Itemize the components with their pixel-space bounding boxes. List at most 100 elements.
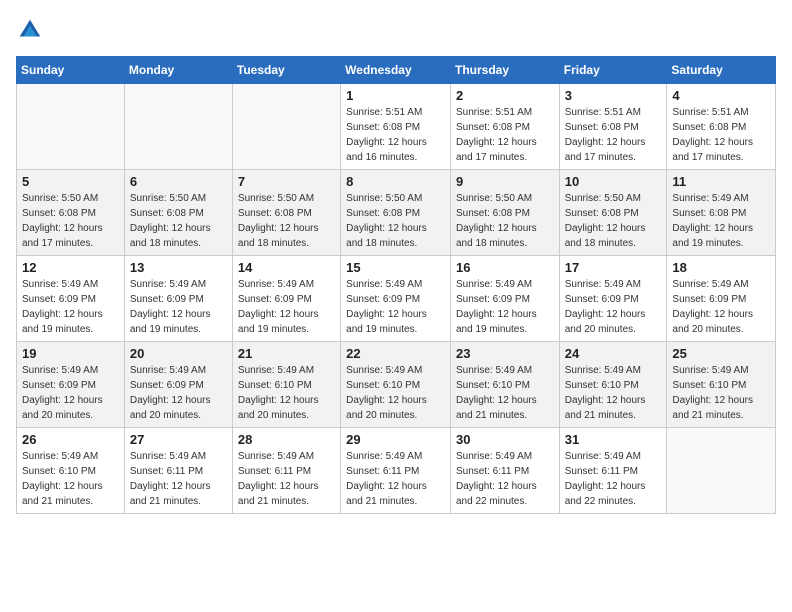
day-info: Sunrise: 5:49 AM Sunset: 6:10 PM Dayligh… <box>672 363 770 423</box>
day-info: Sunrise: 5:49 AM Sunset: 6:09 PM Dayligh… <box>130 277 227 337</box>
day-number: 26 <box>22 432 119 447</box>
calendar-cell <box>667 428 776 514</box>
calendar-table: SundayMondayTuesdayWednesdayThursdayFrid… <box>16 56 776 514</box>
calendar-week-row: 1 Sunrise: 5:51 AM Sunset: 6:08 PM Daylig… <box>17 84 776 170</box>
day-info: Sunrise: 5:49 AM Sunset: 6:09 PM Dayligh… <box>672 277 770 337</box>
logo-icon <box>16 16 44 44</box>
day-info: Sunrise: 5:49 AM Sunset: 6:11 PM Dayligh… <box>456 449 554 509</box>
calendar-cell: 30 Sunrise: 5:49 AM Sunset: 6:11 PM Dayli… <box>450 428 559 514</box>
page-header <box>16 16 776 44</box>
calendar-cell: 28 Sunrise: 5:49 AM Sunset: 6:11 PM Dayli… <box>232 428 340 514</box>
calendar-cell: 19 Sunrise: 5:49 AM Sunset: 6:09 PM Dayli… <box>17 342 125 428</box>
calendar-week-row: 12 Sunrise: 5:49 AM Sunset: 6:09 PM Dayli… <box>17 256 776 342</box>
calendar-cell: 21Sunrise: 5:49 AM Sunset: 6:10 PM Dayli… <box>232 342 340 428</box>
day-number: 10 <box>565 174 662 189</box>
calendar-week-row: 19 Sunrise: 5:49 AM Sunset: 6:09 PM Dayli… <box>17 342 776 428</box>
day-info: Sunrise: 5:49 AM Sunset: 6:11 PM Dayligh… <box>238 449 335 509</box>
column-header-wednesday: Wednesday <box>341 57 451 84</box>
day-info: Sunrise: 5:49 AM Sunset: 6:09 PM Dayligh… <box>565 277 662 337</box>
day-info: Sunrise: 5:51 AM Sunset: 6:08 PM Dayligh… <box>456 105 554 165</box>
day-number: 20 <box>130 346 227 361</box>
calendar-week-row: 26 Sunrise: 5:49 AM Sunset: 6:10 PM Dayli… <box>17 428 776 514</box>
day-info: Sunrise: 5:50 AM Sunset: 6:08 PM Dayligh… <box>456 191 554 251</box>
column-header-sunday: Sunday <box>17 57 125 84</box>
calendar-cell: 25 Sunrise: 5:49 AM Sunset: 6:10 PM Dayli… <box>667 342 776 428</box>
day-number: 11 <box>672 174 770 189</box>
calendar-cell: 7 Sunrise: 5:50 AM Sunset: 6:08 PM Daylig… <box>232 170 340 256</box>
day-number: 8 <box>346 174 445 189</box>
day-number: 18 <box>672 260 770 275</box>
column-header-tuesday: Tuesday <box>232 57 340 84</box>
calendar-cell: 11 Sunrise: 5:49 AM Sunset: 6:08 PM Dayli… <box>667 170 776 256</box>
calendar-cell: 26 Sunrise: 5:49 AM Sunset: 6:10 PM Dayli… <box>17 428 125 514</box>
day-number: 17 <box>565 260 662 275</box>
calendar-cell: 27Sunrise: 5:49 AM Sunset: 6:11 PM Dayli… <box>124 428 232 514</box>
day-number: 30 <box>456 432 554 447</box>
column-header-monday: Monday <box>124 57 232 84</box>
day-number: 28 <box>238 432 335 447</box>
calendar-cell: 15Sunrise: 5:49 AM Sunset: 6:09 PM Dayli… <box>341 256 451 342</box>
calendar-cell: 22 Sunrise: 5:49 AM Sunset: 6:10 PM Dayli… <box>341 342 451 428</box>
day-info: Sunrise: 5:49 AM Sunset: 6:10 PM Dayligh… <box>22 449 119 509</box>
day-number: 13 <box>130 260 227 275</box>
day-number: 29 <box>346 432 445 447</box>
calendar-cell: 6Sunrise: 5:50 AM Sunset: 6:08 PM Daylig… <box>124 170 232 256</box>
calendar-cell: 14 Sunrise: 5:49 AM Sunset: 6:09 PM Dayli… <box>232 256 340 342</box>
day-info: Sunrise: 5:49 AM Sunset: 6:09 PM Dayligh… <box>130 363 227 423</box>
logo <box>16 16 48 44</box>
day-number: 23 <box>456 346 554 361</box>
calendar-cell: 4 Sunrise: 5:51 AM Sunset: 6:08 PM Daylig… <box>667 84 776 170</box>
calendar-cell: 10 Sunrise: 5:50 AM Sunset: 6:08 PM Dayli… <box>559 170 667 256</box>
calendar-cell: 17 Sunrise: 5:49 AM Sunset: 6:09 PM Dayli… <box>559 256 667 342</box>
day-number: 5 <box>22 174 119 189</box>
day-number: 9 <box>456 174 554 189</box>
calendar-cell <box>124 84 232 170</box>
calendar-cell: 20 Sunrise: 5:49 AM Sunset: 6:09 PM Dayli… <box>124 342 232 428</box>
day-number: 16 <box>456 260 554 275</box>
day-info: Sunrise: 5:49 AM Sunset: 6:11 PM Dayligh… <box>130 449 227 509</box>
day-info: Sunrise: 5:49 AM Sunset: 6:09 PM Dayligh… <box>346 277 445 337</box>
calendar-week-row: 5 Sunrise: 5:50 AM Sunset: 6:08 PM Daylig… <box>17 170 776 256</box>
calendar-cell: 3 Sunrise: 5:51 AM Sunset: 6:08 PM Daylig… <box>559 84 667 170</box>
calendar-cell: 12Sunrise: 5:49 AM Sunset: 6:09 PM Dayli… <box>17 256 125 342</box>
calendar-cell: 8Sunrise: 5:50 AM Sunset: 6:08 PM Daylig… <box>341 170 451 256</box>
calendar-cell: 13 Sunrise: 5:49 AM Sunset: 6:09 PM Dayli… <box>124 256 232 342</box>
day-info: Sunrise: 5:49 AM Sunset: 6:09 PM Dayligh… <box>456 277 554 337</box>
day-info: Sunrise: 5:51 AM Sunset: 6:08 PM Dayligh… <box>672 105 770 165</box>
day-info: Sunrise: 5:49 AM Sunset: 6:09 PM Dayligh… <box>22 363 119 423</box>
day-info: Sunrise: 5:49 AM Sunset: 6:11 PM Dayligh… <box>346 449 445 509</box>
day-number: 19 <box>22 346 119 361</box>
calendar-cell: 23Sunrise: 5:49 AM Sunset: 6:10 PM Dayli… <box>450 342 559 428</box>
day-info: Sunrise: 5:49 AM Sunset: 6:10 PM Dayligh… <box>565 363 662 423</box>
day-number: 3 <box>565 88 662 103</box>
calendar-cell: 9 Sunrise: 5:50 AM Sunset: 6:08 PM Daylig… <box>450 170 559 256</box>
day-number: 7 <box>238 174 335 189</box>
calendar-cell: 31 Sunrise: 5:49 AM Sunset: 6:11 PM Dayli… <box>559 428 667 514</box>
day-info: Sunrise: 5:49 AM Sunset: 6:10 PM Dayligh… <box>346 363 445 423</box>
day-info: Sunrise: 5:50 AM Sunset: 6:08 PM Dayligh… <box>238 191 335 251</box>
day-number: 1 <box>346 88 445 103</box>
day-info: Sunrise: 5:51 AM Sunset: 6:08 PM Dayligh… <box>565 105 662 165</box>
calendar-cell <box>17 84 125 170</box>
day-number: 22 <box>346 346 445 361</box>
day-number: 31 <box>565 432 662 447</box>
calendar-header-row: SundayMondayTuesdayWednesdayThursdayFrid… <box>17 57 776 84</box>
column-header-saturday: Saturday <box>667 57 776 84</box>
day-info: Sunrise: 5:49 AM Sunset: 6:11 PM Dayligh… <box>565 449 662 509</box>
calendar-cell: 29 Sunrise: 5:49 AM Sunset: 6:11 PM Dayli… <box>341 428 451 514</box>
day-number: 4 <box>672 88 770 103</box>
calendar-cell: 24 Sunrise: 5:49 AM Sunset: 6:10 PM Dayli… <box>559 342 667 428</box>
day-info: Sunrise: 5:50 AM Sunset: 6:08 PM Dayligh… <box>130 191 227 251</box>
day-info: Sunrise: 5:50 AM Sunset: 6:08 PM Dayligh… <box>22 191 119 251</box>
day-info: Sunrise: 5:50 AM Sunset: 6:08 PM Dayligh… <box>565 191 662 251</box>
calendar-cell <box>232 84 340 170</box>
day-number: 21 <box>238 346 335 361</box>
day-number: 14 <box>238 260 335 275</box>
day-number: 12 <box>22 260 119 275</box>
day-number: 25 <box>672 346 770 361</box>
day-info: Sunrise: 5:49 AM Sunset: 6:09 PM Dayligh… <box>238 277 335 337</box>
day-info: Sunrise: 5:49 AM Sunset: 6:08 PM Dayligh… <box>672 191 770 251</box>
day-info: Sunrise: 5:51 AM Sunset: 6:08 PM Dayligh… <box>346 105 445 165</box>
day-number: 24 <box>565 346 662 361</box>
calendar-cell: 5 Sunrise: 5:50 AM Sunset: 6:08 PM Daylig… <box>17 170 125 256</box>
